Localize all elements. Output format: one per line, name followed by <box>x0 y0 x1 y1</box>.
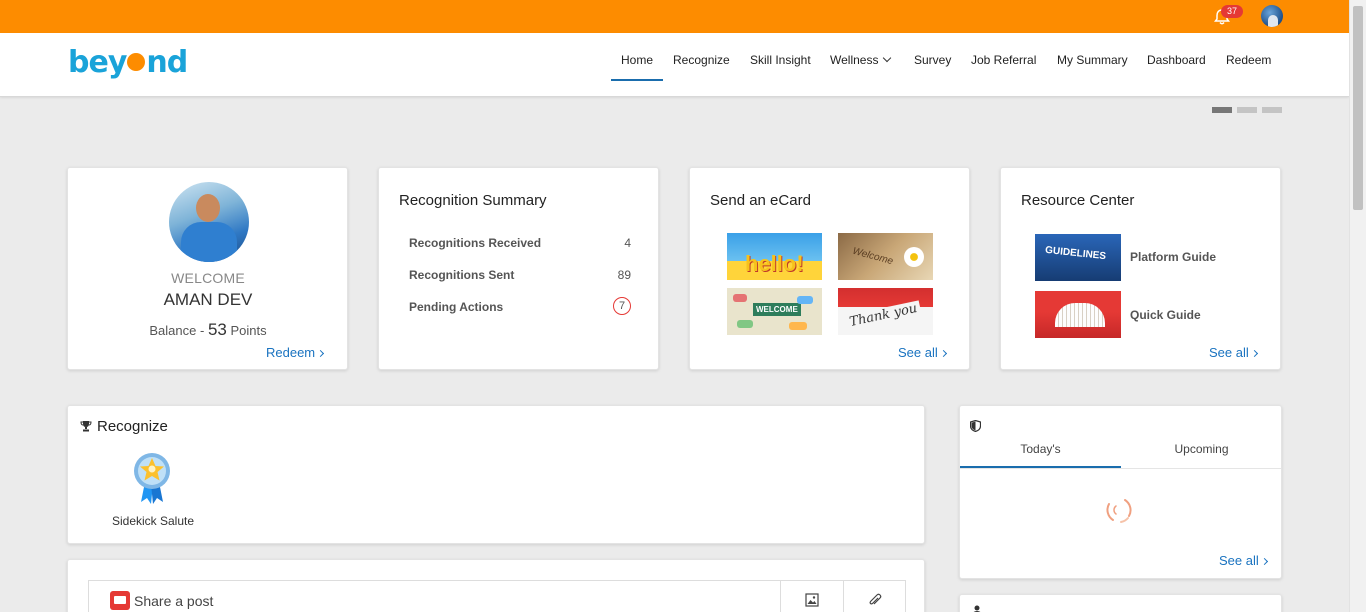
trophy-icon <box>80 421 92 432</box>
summary-row-pending[interactable]: Pending Actions 7 <box>409 297 631 318</box>
ecard-see-all-link[interactable]: See all <box>898 345 947 360</box>
pending-count: 7 <box>613 297 631 315</box>
recognize-card: Recognize Sidekick Salute <box>67 405 925 544</box>
ecard-thank-you[interactable]: Thank you <box>838 288 933 335</box>
top-bar <box>0 0 1349 33</box>
quick-guide-image[interactable] <box>1035 291 1121 338</box>
ecard-welcome[interactable]: Welcome <box>838 233 933 280</box>
daisy-icon <box>904 247 924 267</box>
nav-dashboard[interactable]: Dashboard <box>1147 53 1206 81</box>
page-scrollbar[interactable] <box>1349 0 1366 612</box>
attach-image-button[interactable] <box>780 581 843 612</box>
nav-job-referral[interactable]: Job Referral <box>971 53 1036 81</box>
card-title: Resource Center <box>1021 192 1135 209</box>
chevron-right-icon <box>317 349 325 358</box>
nav-skill-insight[interactable]: Skill Insight <box>750 53 811 81</box>
platform-guide-link[interactable]: Platform Guide <box>1130 250 1216 264</box>
card-title: Recognition Summary <box>399 192 547 209</box>
events-see-all-link[interactable]: See all <box>1219 553 1268 568</box>
events-card: Today's Upcoming See all <box>959 405 1282 579</box>
slider-dot[interactable] <box>1212 107 1232 113</box>
user-avatar[interactable] <box>1261 5 1283 27</box>
sidekick-salute-badge[interactable] <box>133 452 171 504</box>
tab-upcoming[interactable]: Upcoming <box>1121 442 1282 468</box>
profile-photo <box>169 182 249 262</box>
guidelines-image[interactable]: GUIDELINES <box>1035 234 1121 281</box>
paperclip-icon <box>869 593 882 605</box>
nav-redeem[interactable]: Redeem <box>1226 53 1271 81</box>
points-balance: Balance - 53 Points <box>149 320 267 339</box>
chevron-right-icon <box>1250 349 1258 358</box>
chevron-right-icon <box>939 349 947 358</box>
nav-wellness[interactable]: Wellness <box>830 53 892 81</box>
nav-my-summary[interactable]: My Summary <box>1057 53 1128 81</box>
slider-dot[interactable] <box>1262 107 1282 113</box>
chevron-right-icon <box>1260 557 1268 566</box>
beyond-logo[interactable]: bey nd <box>68 45 188 80</box>
share-post-placeholder: Share a post <box>134 593 214 609</box>
slider-indicator <box>1212 107 1282 113</box>
nav-home[interactable]: Home <box>611 53 663 81</box>
share-post-input[interactable]: Share a post <box>88 580 906 612</box>
badge-label: Sidekick Salute <box>111 514 195 528</box>
card-title: Send an eCard <box>710 192 811 209</box>
image-icon <box>805 593 819 607</box>
summary-row-received[interactable]: Recognitions Received 4 <box>409 236 631 250</box>
notification-badge: 37 <box>1221 5 1243 18</box>
chevron-down-icon <box>883 53 892 63</box>
nav-survey[interactable]: Survey <box>914 53 951 81</box>
ecard-hello[interactable]: hello! <box>727 233 822 280</box>
loading-spinner-icon <box>1106 499 1132 523</box>
main-navbar: bey nd Home Recognize Skill Insight Welln… <box>0 33 1349 97</box>
welcome-text: WELCOME <box>171 270 245 286</box>
attach-file-button[interactable] <box>843 581 906 612</box>
nav-recognize[interactable]: Recognize <box>673 53 730 81</box>
share-post-card: Share a post <box>67 559 925 612</box>
tab-todays[interactable]: Today's <box>960 442 1121 468</box>
ecard-welcome-bubbles[interactable]: WELCOME <box>727 288 822 335</box>
card-title: Recognize <box>97 418 168 435</box>
summary-row-sent[interactable]: Recognitions Sent 89 <box>409 268 631 282</box>
resource-see-all-link[interactable]: See all <box>1209 345 1258 360</box>
profile-card: WELCOME AMAN DEV Balance - 53 Points Red… <box>67 167 348 370</box>
resource-center-card: Resource Center GUIDELINES Platform Guid… <box>1000 167 1281 370</box>
tabs-divider <box>960 468 1281 469</box>
redeem-link[interactable]: Redeem <box>266 345 325 360</box>
recognition-summary-card: Recognition Summary Recognitions Receive… <box>378 167 659 370</box>
scrollbar-thumb[interactable] <box>1353 6 1363 210</box>
shield-icon <box>970 420 981 432</box>
people-card <box>959 594 1282 612</box>
ecard-card: Send an eCard hello! Welcome WELCOME Tha… <box>689 167 970 370</box>
quick-guide-link[interactable]: Quick Guide <box>1130 308 1201 322</box>
person-icon <box>973 605 981 612</box>
slider-dot[interactable] <box>1237 107 1257 113</box>
chat-bubble-icon <box>110 591 130 610</box>
nav-wellness-label: Wellness <box>830 53 879 67</box>
user-name: AMAN DEV <box>163 290 253 309</box>
